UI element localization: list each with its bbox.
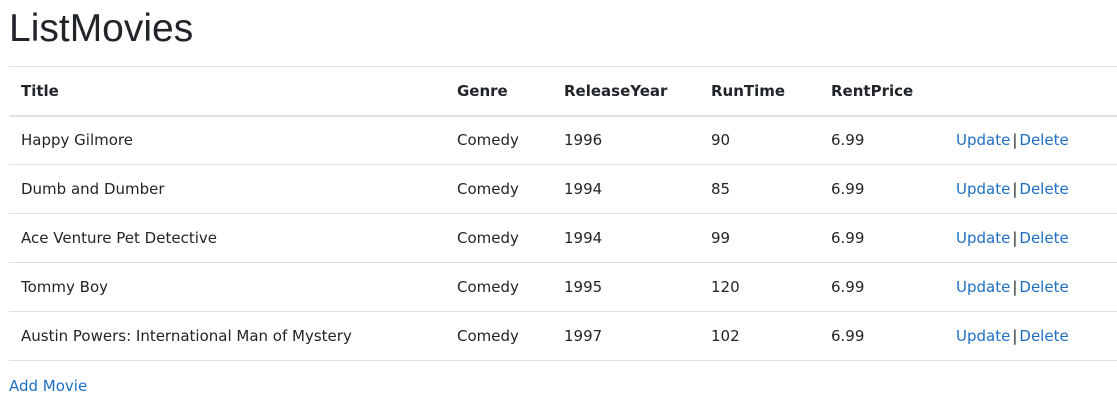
update-link[interactable]: Update bbox=[956, 131, 1010, 149]
cell-title: Ace Venture Pet Detective bbox=[21, 229, 217, 247]
column-header-genre: Genre bbox=[457, 81, 508, 100]
table-row: Happy Gilmore Comedy 1996 90 6.99 Update… bbox=[9, 116, 1117, 165]
cell-release-year: 1994 bbox=[564, 180, 603, 198]
column-header-release-year: ReleaseYear bbox=[564, 81, 668, 100]
cell-title: Austin Powers: International Man of Myst… bbox=[21, 327, 352, 345]
cell-genre: Comedy bbox=[457, 327, 519, 345]
delete-link[interactable]: Delete bbox=[1019, 180, 1068, 198]
cell-rent-price: 6.99 bbox=[831, 278, 865, 296]
cell-genre: Comedy bbox=[457, 229, 519, 247]
cell-title: Tommy Boy bbox=[21, 278, 109, 296]
delete-link[interactable]: Delete bbox=[1019, 131, 1068, 149]
movies-table: Title Genre ReleaseYear RunTime RentPric… bbox=[9, 66, 1117, 361]
delete-link[interactable]: Delete bbox=[1019, 278, 1068, 296]
table-row: Ace Venture Pet Detective Comedy 1994 99… bbox=[9, 214, 1117, 263]
cell-rent-price: 6.99 bbox=[831, 327, 865, 345]
delete-link[interactable]: Delete bbox=[1019, 229, 1068, 247]
cell-run-time: 90 bbox=[711, 131, 731, 150]
cell-rent-price: 6.99 bbox=[831, 180, 865, 198]
cell-actions: Update | Delete bbox=[944, 263, 1117, 312]
update-link[interactable]: Update bbox=[956, 327, 1010, 345]
column-header-rent-price: RentPrice bbox=[831, 81, 914, 100]
cell-genre: Comedy bbox=[457, 131, 519, 150]
column-header-title: Title bbox=[21, 81, 59, 100]
table-row: Austin Powers: International Man of Myst… bbox=[9, 312, 1117, 361]
cell-title: Happy Gilmore bbox=[21, 131, 133, 150]
column-header-run-time: RunTime bbox=[711, 81, 786, 100]
cell-release-year: 1995 bbox=[564, 278, 603, 296]
page-container: ListMovies Title Genre ReleaseYear RunTi… bbox=[9, 0, 1117, 395]
update-link[interactable]: Update bbox=[956, 229, 1010, 247]
cell-run-time: 120 bbox=[711, 278, 740, 296]
cell-title: Dumb and Dumber bbox=[21, 180, 165, 198]
table-header-row: Title Genre ReleaseYear RunTime RentPric… bbox=[9, 66, 1117, 116]
cell-actions: Update | Delete bbox=[944, 116, 1117, 165]
cell-run-time: 85 bbox=[711, 180, 731, 198]
cell-actions: Update | Delete bbox=[944, 214, 1117, 263]
cell-release-year: 1994 bbox=[564, 229, 603, 247]
cell-rent-price: 6.99 bbox=[831, 131, 865, 150]
page-title: ListMovies bbox=[9, 7, 194, 50]
cell-actions: Update | Delete bbox=[944, 312, 1117, 361]
add-movie-link[interactable]: Add Movie bbox=[9, 377, 87, 395]
update-link[interactable]: Update bbox=[956, 180, 1010, 198]
cell-run-time: 99 bbox=[711, 229, 731, 247]
table-row: Dumb and Dumber Comedy 1994 85 6.99 Upda… bbox=[9, 165, 1117, 214]
cell-release-year: 1996 bbox=[564, 131, 603, 150]
delete-link[interactable]: Delete bbox=[1019, 327, 1068, 345]
cell-rent-price: 6.99 bbox=[831, 229, 865, 247]
cell-actions: Update | Delete bbox=[944, 165, 1117, 214]
cell-genre: Comedy bbox=[457, 180, 519, 198]
cell-run-time: 102 bbox=[711, 327, 740, 345]
table-row: Tommy Boy Comedy 1995 120 6.99 Update | De… bbox=[9, 263, 1117, 312]
cell-genre: Comedy bbox=[457, 278, 519, 296]
update-link[interactable]: Update bbox=[956, 278, 1010, 296]
cell-release-year: 1997 bbox=[564, 327, 603, 345]
column-header-actions bbox=[944, 67, 1117, 116]
